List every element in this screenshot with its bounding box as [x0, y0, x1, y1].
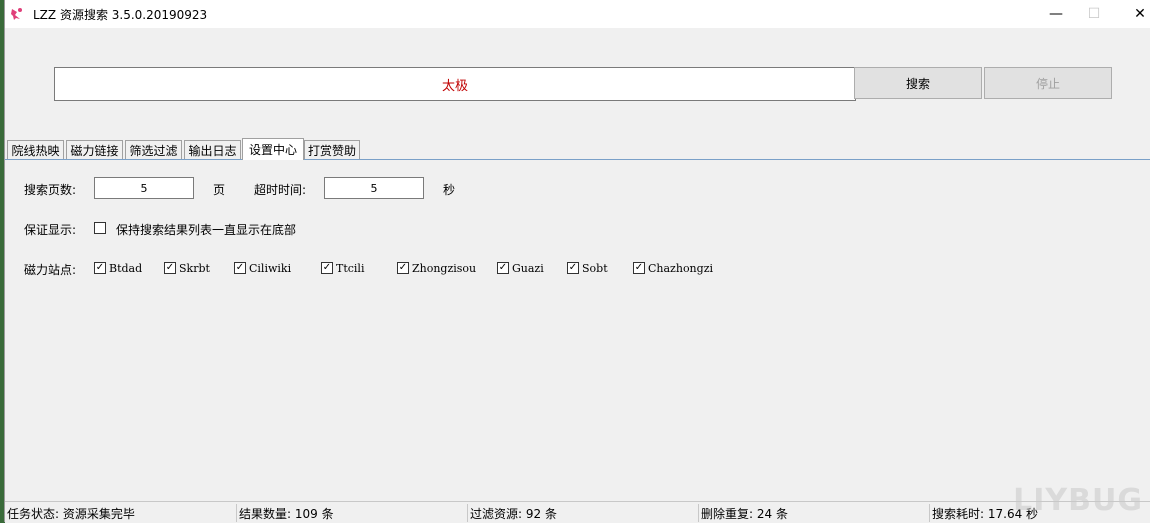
- pages-label: 搜索页数:: [24, 183, 77, 197]
- site-label-zhongzisou: Zhongzisou: [412, 262, 477, 275]
- site-checkbox-chazhongzi[interactable]: ✓: [633, 262, 645, 274]
- tab-divider: [5, 159, 1150, 160]
- site-label-guazi: Guazi: [512, 262, 544, 275]
- timeout-input[interactable]: 5: [324, 177, 424, 199]
- status-duplicates: 删除重复: 24 条: [699, 504, 930, 522]
- watermark-logo: LIYBUG: [1013, 483, 1143, 518]
- ensure-display-label: 保证显示:: [24, 223, 77, 237]
- site-label-skrbt: Skrbt: [179, 262, 210, 275]
- tab-donate[interactable]: 打赏赞助: [304, 140, 360, 160]
- search-input[interactable]: 太极: [54, 67, 856, 101]
- site-checkbox-zhongzisou[interactable]: ✓: [397, 262, 409, 274]
- keep-bottom-option-label: 保持搜索结果列表一直显示在底部: [116, 223, 297, 237]
- app-window: LZZ 资源搜索 3.5.0.20190923 — ☐ ✕ 太极 搜索 停止 院…: [4, 0, 1150, 523]
- site-checkbox-skrbt[interactable]: ✓: [164, 262, 176, 274]
- tab-output-log[interactable]: 输出日志: [184, 140, 241, 160]
- maximize-button[interactable]: ☐: [1071, 0, 1117, 28]
- tab-settings[interactable]: 设置中心: [242, 138, 304, 160]
- site-checkbox-ttcili[interactable]: ✓: [321, 262, 333, 274]
- close-button[interactable]: ✕: [1117, 0, 1150, 28]
- site-checkbox-ciliwiki[interactable]: ✓: [234, 262, 246, 274]
- pages-unit: 页: [213, 183, 226, 197]
- timeout-label: 超时时间:: [254, 183, 307, 197]
- keep-bottom-checkbox[interactable]: [94, 222, 106, 234]
- site-label-sobt: Sobt: [582, 262, 608, 275]
- app-logo-icon: [11, 8, 22, 20]
- site-label-chazhongzi: Chazhongzi: [648, 262, 714, 275]
- timeout-unit: 秒: [443, 183, 456, 197]
- site-checkbox-btdad[interactable]: ✓: [94, 262, 106, 274]
- site-label-ciliwiki: Ciliwiki: [249, 262, 292, 275]
- window-title: LZZ 资源搜索 3.5.0.20190923: [33, 8, 208, 22]
- sites-label: 磁力站点:: [24, 263, 77, 277]
- tab-hot-movies[interactable]: 院线热映: [7, 140, 64, 160]
- stop-button[interactable]: 停止: [984, 67, 1112, 99]
- site-label-ttcili: Ttcili: [336, 262, 365, 275]
- title-bar: LZZ 资源搜索 3.5.0.20190923 — ☐ ✕: [5, 0, 1150, 28]
- site-checkbox-guazi[interactable]: ✓: [497, 262, 509, 274]
- pages-input[interactable]: 5: [94, 177, 194, 199]
- status-filtered: 过滤资源: 92 条: [468, 504, 699, 522]
- search-button[interactable]: 搜索: [854, 67, 982, 99]
- site-label-btdad: Btdad: [109, 262, 143, 275]
- site-checkbox-sobt[interactable]: ✓: [567, 262, 579, 274]
- tab-magnet-links[interactable]: 磁力链接: [66, 140, 123, 160]
- status-task: 任务状态: 资源采集完毕: [5, 504, 237, 522]
- tab-filter[interactable]: 筛选过滤: [125, 140, 182, 160]
- status-bar: 任务状态: 资源采集完毕 结果数量: 109 条 过滤资源: 92 条 删除重复…: [5, 501, 1150, 523]
- status-results: 结果数量: 109 条: [237, 504, 468, 522]
